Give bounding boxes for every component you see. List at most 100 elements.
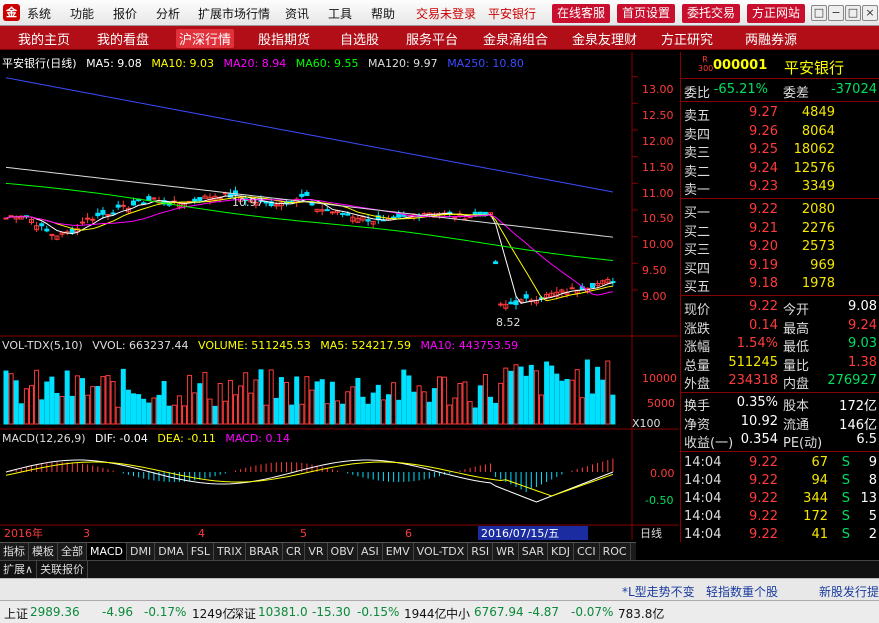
close-icon[interactable]: × bbox=[862, 5, 878, 21]
trade-order-button[interactable]: 委托交易 bbox=[682, 4, 741, 23]
indicator-tab[interactable]: BRAR bbox=[246, 543, 284, 560]
indicator-tab[interactable]: RSI bbox=[468, 543, 494, 560]
nav-hs-quotes[interactable]: 沪深行情 bbox=[176, 29, 235, 48]
indicator-tab[interactable]: TRIX bbox=[214, 543, 247, 560]
indicator-tab[interactable]: ROC bbox=[600, 543, 631, 560]
ticker-item[interactable]: 新股发行提 bbox=[819, 583, 879, 600]
sell-row[interactable]: 卖二 9.24 12576 bbox=[681, 161, 879, 180]
indicator-tab[interactable]: OBV bbox=[328, 543, 358, 560]
nav-my-home[interactable]: 我的主页 bbox=[18, 29, 70, 48]
volume-bar bbox=[380, 399, 386, 425]
tick-count: 13 bbox=[860, 491, 877, 506]
exchange-badge: R 300 bbox=[698, 55, 713, 74]
indicator-tab[interactable]: FSL bbox=[188, 543, 214, 560]
indicator-tab[interactable]: CCI bbox=[574, 543, 600, 560]
volume-bar bbox=[243, 372, 249, 425]
restore-icon[interactable]: □ bbox=[811, 5, 827, 21]
founder-website-button[interactable]: 方正网站 bbox=[747, 4, 806, 23]
sell-volume: 18062 bbox=[793, 142, 835, 158]
minimize-icon[interactable]: − bbox=[828, 5, 844, 21]
candle-body bbox=[391, 216, 397, 219]
online-service-button[interactable]: 在线客服 bbox=[552, 4, 611, 23]
menu-quotes[interactable]: 报价 bbox=[113, 5, 137, 22]
buy-row[interactable]: 买一 9.22 2080 bbox=[681, 202, 879, 221]
maximize-icon[interactable]: □ bbox=[845, 5, 861, 21]
indicator-tab[interactable]: VR bbox=[305, 543, 328, 560]
menu-help[interactable]: 帮助 bbox=[371, 5, 395, 22]
indicator-tab[interactable]: VOL-TDX bbox=[414, 543, 469, 560]
macd-bars bbox=[5, 458, 614, 503]
buy-row[interactable]: 买二 9.21 2276 bbox=[681, 220, 879, 240]
divider bbox=[681, 392, 879, 393]
ticker-item[interactable]: 轻指数重个股 bbox=[706, 583, 778, 600]
extend-tab[interactable]: 扩展∧ bbox=[0, 561, 38, 578]
nav-margin[interactable]: 两融券源 bbox=[745, 29, 797, 48]
menu-function[interactable]: 功能 bbox=[70, 5, 94, 22]
buy-price: 9.19 bbox=[749, 257, 778, 273]
indicator-tab[interactable]: DMA bbox=[155, 543, 188, 560]
buy-row[interactable]: 买五 9.18 1978 bbox=[681, 276, 879, 295]
nav-portfolio[interactable]: 金泉涌组合 bbox=[483, 29, 548, 48]
indicator-tab[interactable]: MACD bbox=[87, 543, 127, 560]
sell-row[interactable]: 卖五 9.27 4849 bbox=[681, 105, 879, 124]
nav-index-futures[interactable]: 股指期货 bbox=[258, 29, 310, 48]
candle-body bbox=[115, 204, 121, 208]
stat-value: 1.54% bbox=[736, 336, 778, 352]
volume-bar bbox=[59, 396, 65, 425]
sell-row[interactable]: 卖四 9.26 8064 bbox=[681, 124, 879, 143]
indicator-tab[interactable]: WR bbox=[493, 543, 519, 560]
buy-price: 9.21 bbox=[749, 220, 778, 236]
buy-label: 买一 bbox=[684, 206, 711, 221]
menu-info[interactable]: 资讯 bbox=[285, 5, 309, 22]
volume-bar bbox=[74, 375, 80, 425]
period-label[interactable]: 日线 bbox=[640, 526, 662, 540]
chart-area[interactable]: 平安银行(日线) MA5: 9.08 MA10: 9.03 MA20: 8.94… bbox=[0, 52, 679, 540]
indicator-tabs: 指标 模板 全部 MACD DMI DMA FSL TRIX BRAR CR VR OBV ASI EMV… bbox=[0, 542, 636, 577]
indicator-tab[interactable]: SAR bbox=[519, 543, 549, 560]
buy-label: 买四 bbox=[684, 261, 711, 277]
kline-chart[interactable]: 13.00 12.50 12.00 11.50 11.00 10.50 10.0… bbox=[0, 52, 679, 540]
tick-count: 5 bbox=[868, 509, 877, 524]
related-quote-tab[interactable]: 关联报价 bbox=[37, 561, 89, 578]
menu-tools[interactable]: 工具 bbox=[328, 5, 352, 22]
sell-row[interactable]: 卖一 9.23 3349 bbox=[681, 179, 879, 198]
indicator-tab[interactable]: 模板 bbox=[29, 543, 58, 560]
volume-bar bbox=[80, 378, 85, 425]
candle-body bbox=[523, 294, 529, 299]
nav-finance[interactable]: 金泉友理财 bbox=[572, 29, 637, 48]
zx-value: 6767.94 bbox=[474, 605, 524, 619]
indicator-tab[interactable]: 指标 bbox=[0, 543, 29, 560]
stat-value: 234318 bbox=[728, 373, 778, 389]
vol-tick: 5000 bbox=[647, 397, 675, 410]
volume-bar bbox=[528, 364, 534, 425]
trade-login-status[interactable]: 交易未登录 bbox=[416, 5, 476, 22]
homepage-settings-button[interactable]: 首页设置 bbox=[617, 4, 676, 23]
nav-service-platform[interactable]: 服务平台 bbox=[406, 29, 458, 48]
volume-bar bbox=[29, 385, 34, 425]
indicator-tab[interactable]: CR bbox=[283, 543, 306, 560]
indicator-tab[interactable]: 全部 bbox=[58, 543, 87, 560]
nav-watchlist[interactable]: 自选股 bbox=[340, 29, 379, 48]
indicator-tab[interactable]: EMV bbox=[383, 543, 414, 560]
indicator-tab[interactable]: ASI bbox=[358, 543, 383, 560]
indicator-tab[interactable]: KDJ bbox=[548, 543, 574, 560]
sell-label: 卖二 bbox=[684, 164, 711, 180]
volume-bar bbox=[549, 365, 555, 425]
stat2-row: 收益(一) 0.354 PE(动) 6.5 bbox=[681, 432, 879, 451]
menu-system[interactable]: 系统 bbox=[27, 5, 51, 22]
menu-analysis[interactable]: 分析 bbox=[156, 5, 180, 22]
indicator-tab[interactable]: DMI bbox=[127, 543, 156, 560]
nav-research[interactable]: 方正研究 bbox=[661, 29, 713, 48]
buy-row[interactable]: 买三 9.20 2573 bbox=[681, 239, 879, 258]
buy-row[interactable]: 买四 9.19 969 bbox=[681, 257, 879, 277]
divider bbox=[681, 451, 879, 452]
volume-bar bbox=[340, 403, 346, 425]
weibi-value: -65.21% bbox=[713, 82, 768, 97]
current-stock-link[interactable]: 平安银行 bbox=[488, 5, 536, 22]
sell-row[interactable]: 卖三 9.25 18062 bbox=[681, 142, 879, 161]
volume-bar bbox=[248, 392, 254, 425]
menu-ext-market[interactable]: 扩展市场行情 bbox=[198, 5, 270, 22]
ticker-item[interactable]: *L型走势不变 bbox=[622, 583, 695, 600]
volume-bar bbox=[105, 375, 111, 425]
nav-my-watch[interactable]: 我的看盘 bbox=[97, 29, 149, 48]
